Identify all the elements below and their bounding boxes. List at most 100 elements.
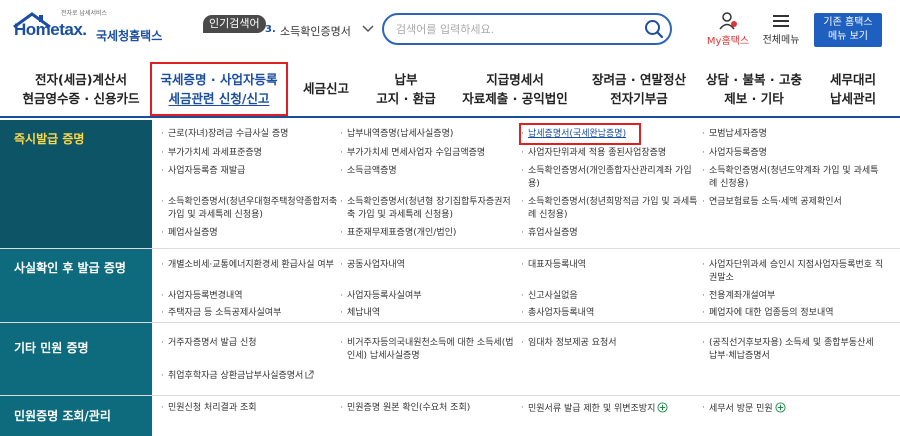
my-hometax-label: My홈택스 [706, 36, 750, 47]
search-input[interactable] [396, 20, 636, 38]
category-inquiry[interactable]: 민원증명 조회/관리 [0, 396, 152, 436]
menu-item[interactable]: 사업자등록사실여부 [340, 290, 517, 303]
gnb-payment[interactable]: 납부 고지 · 환급 [370, 70, 442, 110]
category-after-verification[interactable]: 사실확인 후 발급 증명 [0, 249, 152, 322]
menu-item[interactable]: 사업자단위과세 적용 종된사업장증명 [521, 147, 703, 160]
plus-circle-icon[interactable] [775, 402, 786, 413]
gnb-line2: 세금관련 신청/신고 [168, 91, 270, 106]
row-divider [0, 322, 900, 323]
menu-item[interactable]: 폐업자에 대한 업종등의 정보내역 [702, 307, 884, 320]
menu-item[interactable]: 부가가치세 면세사업자 수입금액증명 [340, 147, 517, 160]
menu-item[interactable]: 부가가치세 과세표준증명 [161, 147, 338, 160]
category-label: 민원증명 조회/관리 [14, 409, 111, 423]
menu-item[interactable]: 사업자등록변경내역 [161, 290, 338, 303]
gnb-line1: 상담 · 불복 · 고충 [706, 72, 802, 87]
menu-item[interactable]: 민원증명 원본 확인(수요처 조회) [340, 402, 517, 415]
popular-rank: 3. [265, 24, 276, 35]
logo-text: Hometax. [14, 20, 87, 39]
menu-item[interactable]: 대표자등록내역 [521, 259, 698, 272]
menu-item-label: 취업후학자금 상환금납부사실증명서 [168, 371, 304, 381]
menu-item[interactable]: 전용계좌개설여부 [702, 290, 884, 303]
category-label: 사실확인 후 발급 증명 [14, 261, 126, 275]
classic-line1: 기존 홈택스 [823, 17, 873, 28]
gnb-payment-statement[interactable]: 지급명세서 자료제출 · 공익법인 [455, 70, 575, 110]
menu-item[interactable]: 모범납세자증명 [702, 128, 884, 141]
user-icon [719, 12, 737, 30]
menu-item[interactable]: 사업자등록증명 [702, 147, 884, 160]
search-box [382, 13, 672, 45]
gnb-line2: 전자기부금 [610, 91, 668, 106]
menu-item[interactable]: 공동사업자내역 [340, 259, 517, 272]
popular-search-badge: 인기검색어 [203, 15, 266, 33]
search-icon[interactable] [643, 18, 665, 40]
row-divider [0, 395, 900, 396]
classic-menu-button[interactable]: 기존 홈택스 메뉴 보기 [814, 13, 882, 47]
menu-item[interactable]: 납부내역증명(납세사실증명) [340, 128, 517, 141]
menu-item[interactable]: 근로(자녀)장려금 수급사실 증명 [161, 128, 338, 141]
menu-item[interactable]: 휴업사실증명 [521, 227, 698, 240]
plus-circle-icon[interactable] [657, 402, 668, 413]
gnb-incentive[interactable]: 장려금 · 연말정산 전자기부금 [584, 70, 694, 110]
menu-item[interactable]: (공직선거후보자용) 소득세 및 종합부동산세 납부·체납증명서 [702, 337, 884, 363]
gnb-line1: 국세증명 · 사업자등록 [160, 72, 278, 87]
menu-item-tax-payment-cert[interactable]: 납세증명서(국세완납증명) [521, 128, 698, 141]
submenu-panel: 즉시발급 증명 사실확인 후 발급 증명 기타 민원 증명 민원증명 조회/관리… [0, 120, 900, 436]
menu-item[interactable]: 폐업사실증명 [161, 227, 338, 240]
menu-item[interactable]: 소득확인증명서(청년형 장기집합투자증권저축 가입 및 과세특례 신청용) [340, 196, 517, 222]
gnb-line1: 세무대리 [829, 72, 876, 87]
logo-slogan: 전자로 납세서비스 [61, 10, 108, 17]
menu-item[interactable]: 신고사실없음 [521, 290, 698, 303]
external-link-icon [305, 370, 314, 379]
menu-item[interactable]: 총사업자등록내역 [521, 307, 698, 320]
menu-item[interactable]: 표준재무제표증명(개인/법인) [340, 227, 517, 240]
all-menu-button[interactable]: 전체메뉴 [758, 12, 804, 52]
category-instant-issue[interactable]: 즉시발급 증명 [0, 120, 152, 248]
my-hometax-button[interactable]: My홈택스 [700, 12, 756, 52]
gnb-line2: 현금영수증 · 신용카드 [22, 91, 140, 106]
hamburger-icon [773, 15, 789, 27]
menu-item[interactable]: 주택자금 등 소득공제사실여부 [161, 307, 338, 320]
category-other-civil[interactable]: 기타 민원 증명 [0, 323, 152, 395]
popular-term-link[interactable]: 소득확인증명서 [280, 23, 351, 39]
row-divider [0, 248, 900, 249]
all-menu-label: 전체메뉴 [762, 35, 800, 46]
menu-item-student-loan[interactable]: 취업후학자금 상환금납부사실증명서 [161, 370, 343, 383]
menu-item[interactable]: 체납내역 [340, 307, 517, 320]
menu-item[interactable]: 비거주자등의국내원천소득에 대한 소득세(법인세) 납세사실증명 [340, 337, 517, 363]
menu-item[interactable]: 민원신청 처리결과 조회 [161, 402, 338, 415]
menu-item[interactable]: 임대차 정보제공 요청서 [521, 337, 698, 350]
classic-line2: 메뉴 보기 [828, 31, 868, 42]
gnb-certificate[interactable]: 국세증명 · 사업자등록 세금관련 신청/신고 [152, 70, 286, 110]
category-label: 기타 민원 증명 [14, 341, 89, 355]
gnb-e-invoice[interactable]: 전자(세금)계산서 현금영수증 · 신용카드 [20, 70, 142, 110]
menu-item-label: 민원서류 발급 제한 및 위변조방지 [528, 404, 656, 414]
menu-item[interactable]: 거주자증명서 발급 신청 [161, 337, 338, 350]
menu-item-office-visit[interactable]: 세무서 방문 민원 [702, 402, 884, 416]
menu-item[interactable]: 개별소비세·교통에너지환경세 환급사실 여부 [161, 259, 338, 272]
menu-item-label: 세무서 방문 민원 [709, 404, 773, 414]
gnb-line2: 고지 · 환급 [376, 91, 436, 106]
gnb-line2: 납세관리 [829, 91, 876, 106]
menu-item-forgery-prevention[interactable]: 민원서류 발급 제한 및 위변조방지 [521, 402, 698, 416]
menu-item[interactable]: 사업자등록증 재발급 [161, 165, 338, 178]
chevron-down-icon[interactable] [362, 24, 374, 34]
gnb-line2: 자료제출 · 공익법인 [462, 91, 568, 106]
gnb-tax-agent[interactable]: 세무대리 납세관리 [818, 70, 888, 110]
menu-item[interactable]: 소득금액증명 [340, 165, 517, 178]
category-label: 즉시발급 증명 [14, 132, 85, 146]
gnb-line1: 지급명세서 [486, 72, 544, 87]
header: 전자로 납세서비스 Hometax. 국세청홈택스 인기검색어 3. 소득확인증… [0, 0, 900, 62]
menu-item[interactable]: 소득확인증명서(청년우대형주택청약종합저축 가입 및 과세특례 신청용) [161, 196, 338, 222]
menu-item[interactable]: 연금보험료등 소득·세액 공제확인서 [702, 196, 884, 209]
gnb-tax-filing[interactable]: 세금신고 [297, 79, 355, 119]
logo-org: 국세청홈택스 [96, 29, 163, 43]
menu-item[interactable]: 사업자단위과세 승인시 지점사업자등록번호 직권말소 [702, 259, 884, 285]
gnb-consultation[interactable]: 상담 · 불복 · 고충 제보 · 기타 [700, 70, 808, 110]
gnb-line1: 전자(세금)계산서 [35, 72, 127, 87]
menu-item[interactable]: 소득확인증명서(청년희망적금 가입 및 과세특례 신청용) [521, 196, 698, 222]
gnb-line1: 납부 [394, 72, 418, 87]
menu-item[interactable]: 소득확인증명서(청년도약계좌 가입 및 과세특례 신청용) [702, 165, 884, 191]
gnb-line1: 장려금 · 연말정산 [592, 72, 686, 87]
hometax-logo[interactable]: 전자로 납세서비스 Hometax. 국세청홈택스 [10, 8, 163, 52]
menu-item[interactable]: 소득확인증명서(개인종합자산관리계좌 가입용) [521, 165, 696, 191]
